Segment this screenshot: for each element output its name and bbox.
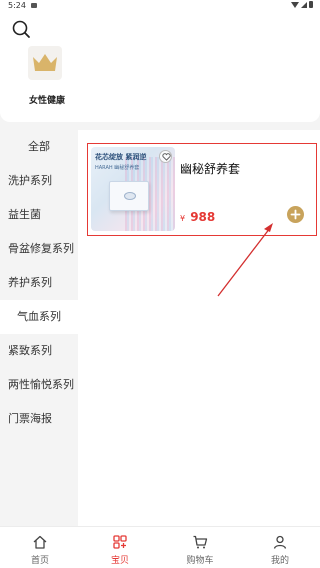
- add-to-cart-button[interactable]: [287, 206, 304, 223]
- tab-profile-label: 我的: [270, 556, 289, 566]
- sidebar-item-tickets[interactable]: 门票海报: [0, 402, 78, 436]
- product-image-headline: 花芯绽放 紧润逆: [95, 153, 147, 161]
- tab-home[interactable]: 首页: [0, 527, 80, 568]
- cart-icon: [193, 535, 208, 549]
- price-amount: 988: [190, 210, 216, 224]
- plus-icon: [290, 209, 301, 220]
- product-image-subtext: HARAH 幽秘舒养套: [95, 165, 140, 171]
- sidebar-item-probiotics[interactable]: 益生菌: [0, 198, 78, 232]
- battery-icon: [309, 1, 313, 8]
- search-icon[interactable]: [10, 18, 32, 40]
- product-box-logo: [124, 192, 136, 200]
- crown-icon: [33, 54, 57, 71]
- heart-icon: [161, 153, 171, 161]
- system-indicators: [291, 1, 313, 8]
- category-sidebar: 全部 洗护系列 益生菌 骨盆修复系列 养护系列 气血系列 紧致系列 两性愉悦系列…: [0, 130, 78, 526]
- status-bar: 5:24: [0, 0, 320, 12]
- tab-cart[interactable]: 购物车: [160, 527, 240, 568]
- bottom-tab-bar: 首页 宝贝 购物车 我的: [0, 526, 320, 568]
- wifi-icon: [291, 1, 299, 8]
- sidebar-item-all[interactable]: 全部: [0, 130, 78, 164]
- sidebar-item-qi-blood[interactable]: 气血系列: [0, 300, 78, 334]
- category-label: 女性健康: [28, 96, 65, 106]
- product-card[interactable]: 花芯绽放 紧润逆 HARAH 幽秘舒养套 幽秘舒养套 ¥ 988: [87, 143, 317, 236]
- home-icon: [33, 535, 47, 549]
- price-currency: ¥: [180, 214, 186, 223]
- status-time: 5:24: [8, 1, 26, 10]
- product-name[interactable]: 幽秘舒养套: [180, 160, 240, 177]
- sidebar-item-wash-care[interactable]: 洗护系列: [0, 164, 78, 198]
- tab-products[interactable]: 宝贝: [80, 527, 160, 568]
- sidebar-item-nourish[interactable]: 养护系列: [0, 266, 78, 300]
- tab-products-label: 宝贝: [110, 556, 129, 566]
- user-icon: [273, 535, 287, 549]
- image-notification-icon: [31, 3, 37, 8]
- product-image[interactable]: 花芯绽放 紧润逆 HARAH 幽秘舒养套: [91, 147, 175, 231]
- tab-home-label: 首页: [30, 556, 49, 566]
- signal-icon: [301, 1, 307, 8]
- favorite-button[interactable]: [159, 150, 172, 163]
- top-panel: 女性健康: [0, 12, 320, 122]
- product-box-graphic: [109, 181, 149, 211]
- sidebar-item-pelvic-repair[interactable]: 骨盆修复系列: [0, 232, 78, 266]
- category-thumbnail: [28, 46, 62, 80]
- product-price: ¥ 988: [180, 206, 215, 225]
- sidebar-item-firming[interactable]: 紧致系列: [0, 334, 78, 368]
- tab-cart-label: 购物车: [186, 556, 214, 566]
- category-womens-health[interactable]: 女性健康: [24, 46, 70, 106]
- tab-profile[interactable]: 我的: [240, 527, 320, 568]
- product-list: 花芯绽放 紧润逆 HARAH 幽秘舒养套 幽秘舒养套 ¥ 988: [78, 130, 320, 526]
- grid-icon: [113, 535, 127, 549]
- sidebar-item-intimacy[interactable]: 两性愉悦系列: [0, 368, 78, 402]
